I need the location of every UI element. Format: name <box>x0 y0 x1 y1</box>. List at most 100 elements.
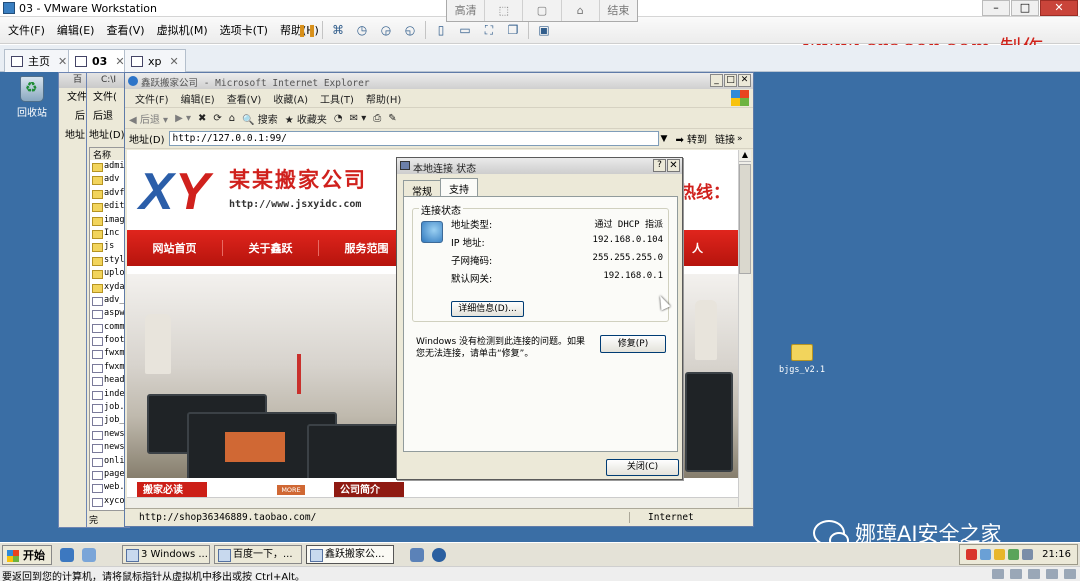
menu-view[interactable]: 查看(V) <box>221 91 268 106</box>
file-list-item[interactable]: news <box>90 441 126 454</box>
desktop-quicklaunch-icon[interactable] <box>82 547 96 562</box>
menu-help[interactable]: 帮助(H) <box>360 91 407 106</box>
menu-vm[interactable]: 虚拟机(M) <box>151 23 214 39</box>
stop-icon[interactable]: ✖ <box>198 113 206 124</box>
unity-icon[interactable]: ❐ <box>503 21 523 39</box>
tray-app-icon[interactable] <box>966 549 978 560</box>
file-list-item[interactable]: styl <box>90 254 126 267</box>
mail-icon[interactable]: ✉ ▾ <box>350 113 367 124</box>
file-list-item[interactable]: page <box>90 468 126 481</box>
desktop-folder[interactable]: bjgs_v2.1 <box>772 344 832 375</box>
scroll-up-icon[interactable]: ▲ <box>739 150 751 162</box>
file-list-item[interactable]: adv_ <box>90 294 126 307</box>
hard-disk-icon[interactable] <box>992 569 1004 579</box>
fit-icon[interactable]: ⬚ <box>485 0 524 21</box>
network-task-icon[interactable] <box>410 547 424 562</box>
maximize-button[interactable]: □ <box>1011 0 1039 16</box>
file-list-item[interactable]: fwxm <box>90 361 126 374</box>
snapshot-manager-icon[interactable]: ◵ <box>400 21 420 39</box>
close-icon[interactable]: ✕ <box>58 55 67 68</box>
maximize-button[interactable]: □ <box>724 74 737 87</box>
tray-network-icon[interactable] <box>980 549 992 560</box>
menu-file[interactable]: 文件(F) <box>129 91 175 106</box>
sidebar-toggle-icon[interactable]: ▯ <box>431 21 451 39</box>
file-list-item[interactable]: imag <box>90 214 126 227</box>
file-list-item[interactable]: comm <box>90 321 126 334</box>
close-button[interactable]: ✕ <box>738 74 751 87</box>
console-view-icon[interactable]: ▭ <box>455 21 475 39</box>
tray-shield-icon[interactable] <box>994 549 1006 560</box>
close-button[interactable]: ✕ <box>667 159 680 172</box>
end-button[interactable]: 结束 <box>600 0 637 21</box>
menu-view[interactable]: 查看(V) <box>100 23 150 39</box>
help-button[interactable]: ? <box>653 159 666 172</box>
back-button[interactable]: 后退 <box>87 107 129 126</box>
forward-icon[interactable]: ▶ ▾ <box>175 113 191 124</box>
home-icon[interactable]: ⌂ <box>562 0 600 21</box>
sound-icon[interactable] <box>1064 569 1076 579</box>
go-button[interactable]: ➡ 转到 <box>675 131 707 146</box>
snapshot-icon[interactable]: ◷ <box>352 21 372 39</box>
file-list-item[interactable]: edit <box>90 200 126 213</box>
file-list-item[interactable]: inde <box>90 388 126 401</box>
file-list-item[interactable]: foot <box>90 334 126 347</box>
menu-favorites[interactable]: 收藏(A) <box>267 91 314 106</box>
hd-button[interactable]: 高清 <box>447 0 486 21</box>
file-list-item[interactable]: onli <box>90 455 126 468</box>
send-ctrl-alt-del-icon[interactable]: ⌘ <box>328 21 348 39</box>
address-input[interactable]: http://127.0.0.1:99/ <box>168 131 659 146</box>
network-adapter-icon[interactable] <box>1028 569 1040 579</box>
scroll-thumb[interactable] <box>739 164 751 274</box>
file-list-item[interactable]: job_ <box>90 414 126 427</box>
edit-icon[interactable]: ✎ <box>388 113 396 124</box>
close-button[interactable]: ✕ <box>1040 0 1078 16</box>
help-task-icon[interactable] <box>432 547 446 562</box>
file-list-item[interactable]: news <box>90 428 126 441</box>
cd-rom-icon[interactable] <box>1010 569 1022 579</box>
tray-clock[interactable]: 21:16 <box>1042 549 1071 560</box>
dropdown-arrow-icon[interactable]: ▼ <box>661 134 668 144</box>
fullscreen-icon[interactable]: ⛶ <box>479 21 499 39</box>
history-icon[interactable]: ◔ <box>334 113 343 124</box>
vertical-scrollbar[interactable]: ▲ <box>738 150 751 507</box>
minimize-button[interactable]: – <box>982 0 1010 16</box>
file-list-item[interactable]: advf <box>90 187 126 200</box>
file-list-item[interactable]: adv <box>90 173 126 186</box>
menu-edit[interactable]: 编辑(E) <box>51 23 101 39</box>
refresh-icon[interactable]: ⟳ <box>213 113 221 124</box>
file-list-item[interactable]: admi <box>90 160 126 173</box>
pause-icon[interactable]: ❚❚ ▾ <box>297 21 317 55</box>
tab-03[interactable]: 03 ✕ <box>68 49 132 72</box>
menu-file[interactable]: 文件( <box>87 88 129 107</box>
favorites-button[interactable]: ★ 收藏夹 <box>285 111 327 126</box>
tab-home[interactable]: 主页 ✕ <box>4 49 75 72</box>
column-header[interactable]: 名称 <box>90 148 126 161</box>
file-list-item[interactable]: head <box>90 374 126 387</box>
file-list-item[interactable]: uplo <box>90 267 126 280</box>
file-list-item[interactable]: aspw <box>90 307 126 320</box>
dialog-close-button[interactable]: 关闭(C) <box>606 459 679 476</box>
start-button[interactable]: 开始 <box>2 544 52 565</box>
repair-button[interactable]: 修复(P) <box>600 335 666 353</box>
close-icon[interactable]: ✕ <box>170 55 179 68</box>
horizontal-scrollbar[interactable] <box>127 497 738 508</box>
print-icon[interactable]: ⎙ <box>373 113 381 124</box>
links-label[interactable]: 链接 <box>715 131 735 146</box>
home-icon[interactable]: ⌂ <box>229 113 235 124</box>
task-button-baidu[interactable]: 百度一下，... <box>214 545 302 564</box>
tray-volume-icon[interactable] <box>1022 549 1034 560</box>
task-button-ie[interactable]: 鑫跃搬家公... <box>306 545 394 564</box>
menu-tools[interactable]: 工具(T) <box>314 91 360 106</box>
nav-home[interactable]: 网站首页 <box>127 240 223 256</box>
chevron-right-icon[interactable]: » <box>737 134 743 144</box>
revert-snapshot-icon[interactable]: ◶ <box>376 21 396 39</box>
file-list-item[interactable]: xyda <box>90 281 126 294</box>
ie-quicklaunch-icon[interactable] <box>60 547 74 562</box>
task-button-explorer[interactable]: 3 Windows ... <box>122 545 210 564</box>
site-logo[interactable]: X Y <box>139 164 223 220</box>
file-list-item[interactable]: js <box>90 240 126 253</box>
desktop-recycle-bin[interactable]: 回收站 <box>12 76 52 119</box>
window-icon[interactable]: ▢ <box>523 0 562 21</box>
menu-tabs[interactable]: 选项卡(T) <box>214 23 274 39</box>
file-list-item[interactable]: Inc <box>90 227 126 240</box>
